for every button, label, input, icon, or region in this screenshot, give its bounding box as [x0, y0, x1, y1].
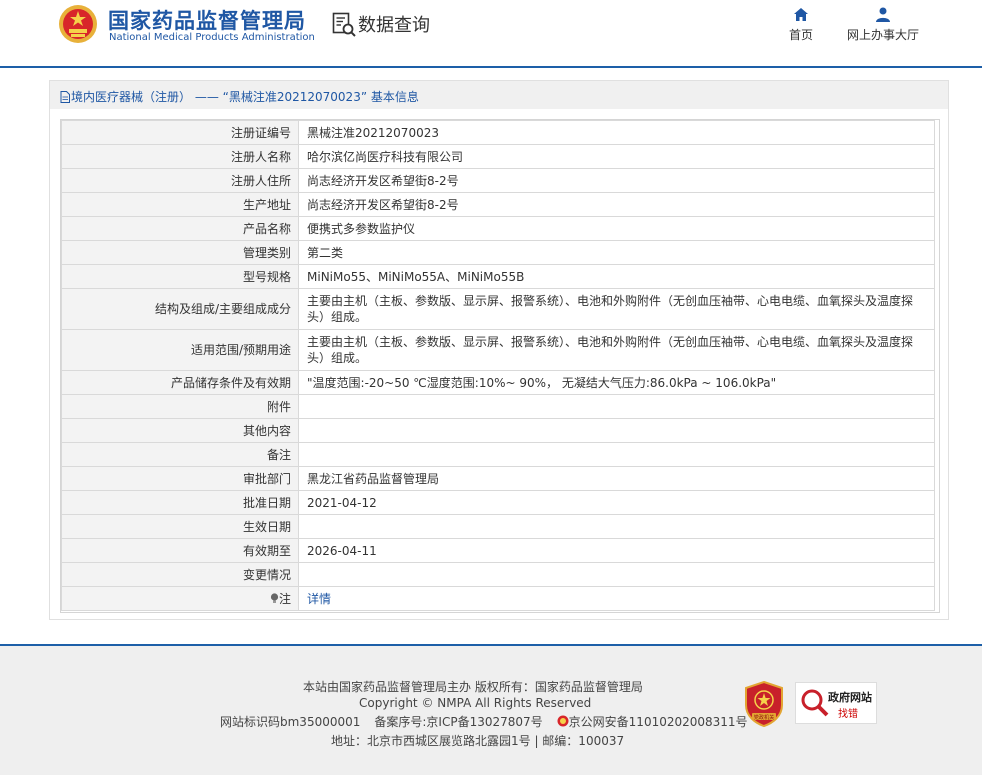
row-label: 附件: [61, 394, 299, 419]
row-value: 主要由主机（主板、参数版、显示屏、报警系统）、电池和外购附件（无创血压袖带、心电…: [298, 329, 935, 371]
row-label: 型号规格: [61, 264, 299, 289]
note-label: 注: [278, 591, 291, 606]
footer-address: 地址：北京市西城区展览路北露园1号 | 邮编：100037: [331, 734, 625, 748]
row-label: 审批部门: [61, 466, 299, 491]
details-link[interactable]: 详情: [307, 592, 331, 606]
nav-online-service-hall[interactable]: 网上办事大厅: [842, 7, 924, 43]
row-label: 备注: [61, 442, 299, 467]
row-label: 生产地址: [61, 192, 299, 217]
user-icon: [876, 7, 890, 22]
footer-registration: 网站标识码bm35000001 备案序号:京ICP备13027807号 京公网安备…: [220, 713, 748, 730]
table-row: 注册证编号 黑械注准20212070023: [61, 120, 935, 145]
document-icon: [60, 91, 70, 103]
row-label: 结构及组成/主要组成成分: [61, 288, 299, 330]
table-row: 注册人名称 哈尔滨亿尚医疗科技有限公司: [61, 144, 935, 169]
footer-site-id: 网站标识码bm35000001: [220, 715, 361, 729]
party-gov-agency-badge-icon[interactable]: 党政机关: [744, 681, 784, 727]
footer-sponsor: 本站由国家药品监督管理局主办 版权所有：国家药品监督管理局: [303, 680, 643, 694]
magnifier-icon: [801, 689, 829, 717]
table-row: 其他内容: [61, 418, 935, 443]
detail-table: 注册证编号 黑械注准20212070023 注册人名称 哈尔滨亿尚医疗科技有限公司 …: [61, 120, 935, 611]
table-row: 审批部门 黑龙江省药品监督管理局: [61, 466, 935, 491]
note-label-cell: 注: [61, 586, 299, 611]
row-value: 主要由主机（主板、参数版、显示屏、报警系统）、电池和外购附件（无创血压袖带、心电…: [298, 288, 935, 330]
footer-police-link[interactable]: 京公网安备11010202008311号: [569, 715, 748, 729]
police-badge-icon: [557, 715, 569, 727]
row-value: MiNiMo55、MiNiMo55A、MiNiMo55B: [298, 264, 935, 289]
row-label: 产品储存条件及有效期: [61, 370, 299, 395]
row-label: 管理类别: [61, 240, 299, 265]
site-header: 国家药品监督管理局 National Medical Products Admi…: [0, 0, 982, 66]
row-value: 2021-04-12: [298, 490, 935, 515]
row-label: 其他内容: [61, 418, 299, 443]
nav-hall-label: 网上办事大厅: [846, 28, 919, 42]
row-label: 适用范围/预期用途: [61, 329, 299, 371]
row-value: [298, 394, 935, 419]
gov-website-error-report-badge[interactable]: 政府网站 找错: [795, 682, 877, 724]
header-divider: [0, 66, 982, 68]
row-value: 黑械注准20212070023: [298, 120, 935, 145]
row-value: 便携式多参数监护仪: [298, 216, 935, 241]
table-row: 产品储存条件及有效期 "温度范围:-20~50 ℃湿度范围:10%~ 90%， 无…: [61, 370, 935, 395]
site-logo-english[interactable]: National Medical Products Administration: [109, 32, 315, 43]
footer-icp-link[interactable]: 备案序号:京ICP备13027807号: [374, 715, 542, 729]
table-row: 生产地址 尚志经济开发区希望街8-2号: [61, 192, 935, 217]
table-row: 产品名称 便携式多参数监护仪: [61, 216, 935, 241]
detail-panel: 境内医疗器械（注册） —— “黑械注准20212070023” 基本信息 注册证…: [49, 80, 949, 620]
row-value: 尚志经济开发区希望街8-2号: [298, 168, 935, 193]
site-logo-text[interactable]: 国家药品监督管理局: [108, 5, 306, 35]
lightbulb-icon: [270, 592, 279, 603]
data-query-icon: [332, 12, 356, 37]
row-label: 有效期至: [61, 538, 299, 563]
row-value: "温度范围:-20~50 ℃湿度范围:10%~ 90%， 无凝结大气压力:86.…: [298, 370, 935, 395]
row-label: 批准日期: [61, 490, 299, 515]
row-label: 生效日期: [61, 514, 299, 539]
row-label: 产品名称: [61, 216, 299, 241]
nav-home[interactable]: 首页: [786, 7, 816, 43]
home-icon: [794, 8, 808, 21]
nav-home-label: 首页: [788, 28, 813, 42]
row-value: [298, 442, 935, 467]
row-value: 黑龙江省药品监督管理局: [298, 466, 935, 491]
table-row: 型号规格 MiNiMo55、MiNiMo55A、MiNiMo55B: [61, 264, 935, 289]
row-value: [298, 514, 935, 539]
footer-copyright: Copyright © NMPA All Rights Reserved: [359, 696, 592, 710]
row-value: 第二类: [298, 240, 935, 265]
national-emblem-icon[interactable]: [58, 4, 98, 44]
row-label: 注册人住所: [61, 168, 299, 193]
table-row: 变更情况: [61, 562, 935, 587]
row-label: 变更情况: [61, 562, 299, 587]
panel-title-text: 境内医疗器械（注册） —— “黑械注准20212070023” 基本信息: [71, 90, 419, 104]
row-value: 哈尔滨亿尚医疗科技有限公司: [298, 144, 935, 169]
table-row: 注册人住所 尚志经济开发区希望街8-2号: [61, 168, 935, 193]
table-row: 附件: [61, 394, 935, 419]
table-row: 生效日期: [61, 514, 935, 539]
badge-gov-website-title: 政府网站: [828, 691, 872, 704]
note-value-cell: 详情: [298, 586, 935, 611]
badge-agency-label: 党政机关: [754, 713, 775, 721]
data-query-title: 数据查询: [358, 15, 430, 36]
row-value: [298, 418, 935, 443]
row-value: 尚志经济开发区希望街8-2号: [298, 192, 935, 217]
table-row: 结构及组成/主要组成成分 主要由主机（主板、参数版、显示屏、报警系统）、电池和外购…: [61, 288, 935, 330]
table-row: 有效期至 2026-04-11: [61, 538, 935, 563]
panel-title: 境内医疗器械（注册） —— “黑械注准20212070023” 基本信息: [60, 88, 419, 105]
detail-table-container[interactable]: 注册证编号 黑械注准20212070023 注册人名称 哈尔滨亿尚医疗科技有限公司 …: [60, 119, 940, 613]
table-row: 备注: [61, 442, 935, 467]
row-label: 注册人名称: [61, 144, 299, 169]
row-value: [298, 562, 935, 587]
row-label: 注册证编号: [61, 120, 299, 145]
table-row-note: 注 详情: [61, 586, 935, 611]
table-row: 适用范围/预期用途 主要由主机（主板、参数版、显示屏、报警系统）、电池和外购附件（…: [61, 329, 935, 371]
badge-report-error-label: 找错: [838, 709, 858, 720]
table-row: 批准日期 2021-04-12: [61, 490, 935, 515]
panel-header: 境内医疗器械（注册） —— “黑械注准20212070023” 基本信息: [50, 81, 948, 109]
row-value: 2026-04-11: [298, 538, 935, 563]
table-row: 管理类别 第二类: [61, 240, 935, 265]
